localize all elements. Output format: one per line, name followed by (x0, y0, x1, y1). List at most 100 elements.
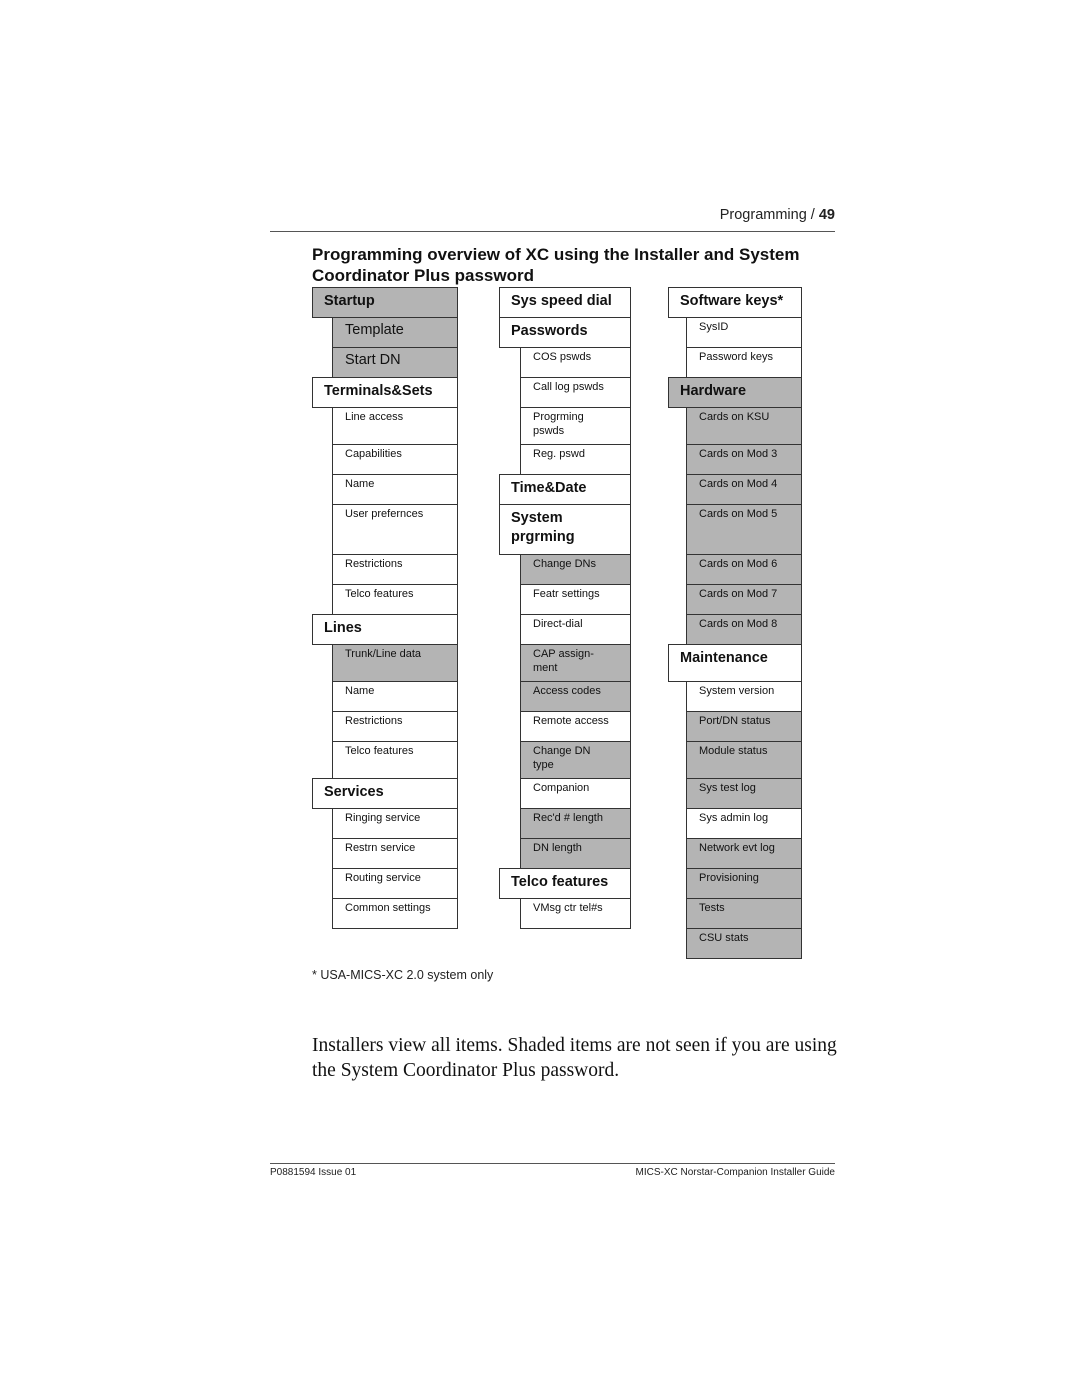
menu-label: Start DN (345, 352, 401, 368)
menu-label: DN length (533, 842, 582, 854)
menu-heading-maintenance: Maintenance (668, 644, 802, 682)
menu-item-restrictions: Restrictions (332, 554, 458, 585)
footer-rule (270, 1163, 835, 1164)
menu-item-restrictions: Restrictions (332, 711, 458, 742)
menu-label: Name (345, 685, 375, 697)
menu-item-module-status: Module status (686, 741, 802, 779)
menu-item-cards-on-mod-8: Cards on Mod 8 (686, 614, 802, 645)
running-head-separator: / (806, 207, 819, 223)
menu-label: Rec'd # length (533, 812, 603, 824)
menu-item-sysid: SysID (686, 317, 802, 348)
menu-item-cards-on-mod-3: Cards on Mod 3 (686, 444, 802, 475)
menu-label: Lines (324, 620, 362, 636)
menu-item-csu-stats: CSU stats (686, 928, 802, 959)
menu-label: System prgrming (511, 510, 575, 545)
menu-label: Terminals&Sets (324, 383, 433, 399)
menu-label: System version (699, 685, 775, 697)
menu-label: Telco features (511, 874, 609, 890)
menu-label: Sys admin log (699, 812, 769, 824)
menu-item-cards-on-mod-7: Cards on Mod 7 (686, 584, 802, 615)
menu-item-telco-features: Telco features (332, 741, 458, 779)
menu-item-cards-on-mod-5: Cards on Mod 5 (686, 504, 802, 555)
menu-item-cards-on-ksu: Cards on KSU (686, 407, 802, 445)
menu-label: Change DNs (533, 558, 596, 570)
menu-item-password-keys: Password keys (686, 347, 802, 378)
menu-item-direct-dial: Direct-dial (520, 614, 631, 645)
menu-label: Telco features (345, 588, 414, 600)
menu-item-user-prefernces: User prefernces (332, 504, 458, 555)
menu-item-tests: Tests (686, 898, 802, 929)
menu-heading-system-prgrming: System prgrming (499, 504, 631, 555)
menu-label: Network evt log (699, 842, 775, 854)
menu-heading-time-date: Time&Date (499, 474, 631, 505)
menu-item-cards-on-mod-6: Cards on Mod 6 (686, 554, 802, 585)
menu-item-name: Name (332, 681, 458, 712)
footer-guide-title: MICS-XC Norstar-Companion Installer Guid… (635, 1167, 835, 1178)
menu-label: Time&Date (511, 480, 587, 496)
menu-label: Ringing service (345, 812, 421, 824)
menu-heading-terminals-sets: Terminals&Sets (312, 377, 458, 408)
menu-label: Cards on Mod 8 (699, 618, 778, 630)
menu-heading-services: Services (312, 778, 458, 809)
menu-heading-hardware: Hardware (668, 377, 802, 408)
menu-item-system-version: System version (686, 681, 802, 712)
menu-label: Startup (324, 293, 375, 309)
menu-label: Direct-dial (533, 618, 583, 630)
menu-item-provisioning: Provisioning (686, 868, 802, 899)
menu-item-trunk-line-data: Trunk/Line data (332, 644, 458, 682)
menu-label: Telco features (345, 745, 414, 757)
menu-label: COS pswds (533, 351, 592, 363)
menu-item-vmsg-ctr-tel-s: VMsg ctr tel#s (520, 898, 631, 929)
menu-item-routing-service: Routing service (332, 868, 458, 899)
menu-label: Access codes (533, 685, 601, 697)
running-head: Programming / 49 (600, 207, 835, 223)
menu-heading-passwords: Passwords (499, 317, 631, 348)
menu-item-sys-admin-log: Sys admin log (686, 808, 802, 839)
menu-label: SysID (699, 321, 729, 333)
menu-item-featr-settings: Featr settings (520, 584, 631, 615)
menu-label: Password keys (699, 351, 773, 363)
menu-label: Reg. pswd (533, 448, 585, 460)
menu-label: Software keys* (680, 293, 784, 309)
menu-label: Sys test log (699, 782, 756, 794)
menu-label: Cards on KSU (699, 411, 770, 423)
menu-item-telco-features: Telco features (332, 584, 458, 615)
menu-label: Call log pswds (533, 381, 604, 393)
menu-item-remote-access: Remote access (520, 711, 631, 742)
menu-label: Port/DN status (699, 715, 771, 727)
running-head-section: Programming (719, 207, 807, 223)
menu-label: Provisioning (699, 872, 759, 884)
menu-label: Passwords (511, 323, 588, 339)
menu-label: Restrictions (345, 558, 403, 570)
menu-item-call-log-pswds: Call log pswds (520, 377, 631, 408)
menu-item-network-evt-log: Network evt log (686, 838, 802, 869)
menu-label: Routing service (345, 872, 421, 884)
menu-heading-lines: Lines (312, 614, 458, 645)
menu-label: Restrictions (345, 715, 403, 727)
menu-label: Sys speed dial (511, 293, 612, 309)
menu-label: Restrn service (345, 842, 416, 854)
menu-heading-sys-speed-dial: Sys speed dial (499, 287, 631, 318)
page-number: 49 (818, 207, 835, 223)
menu-label: Remote access (533, 715, 609, 727)
menu-label: Template (345, 322, 404, 338)
menu-item-progrming-pswds: Progrming pswds (520, 407, 631, 445)
menu-label: VMsg ctr tel#s (533, 902, 603, 914)
page-title: Programming overview of XC using the Ins… (312, 245, 800, 285)
menu-label: Maintenance (680, 650, 768, 666)
menu-item-line-access: Line access (332, 407, 458, 445)
menu-label: CSU stats (699, 932, 749, 944)
menu-label: User prefernces (345, 508, 424, 520)
menu-item-ringing-service: Ringing service (332, 808, 458, 839)
menu-label: Line access (345, 411, 404, 423)
header-rule (270, 231, 835, 232)
footer-doc-id: P0881594 Issue 01 (270, 1167, 357, 1178)
menu-item-sys-test-log: Sys test log (686, 778, 802, 809)
menu-item-cos-pswds: COS pswds (520, 347, 631, 378)
menu-label: Name (345, 478, 375, 490)
menu-item-reg-pswd: Reg. pswd (520, 444, 631, 475)
menu-label: CAP assign- ment (533, 648, 594, 674)
menu-label: Progrming pswds (533, 411, 584, 437)
menu-item-start-dn: Start DN (332, 347, 458, 378)
menu-item-change-dn-type: Change DN type (520, 741, 631, 779)
